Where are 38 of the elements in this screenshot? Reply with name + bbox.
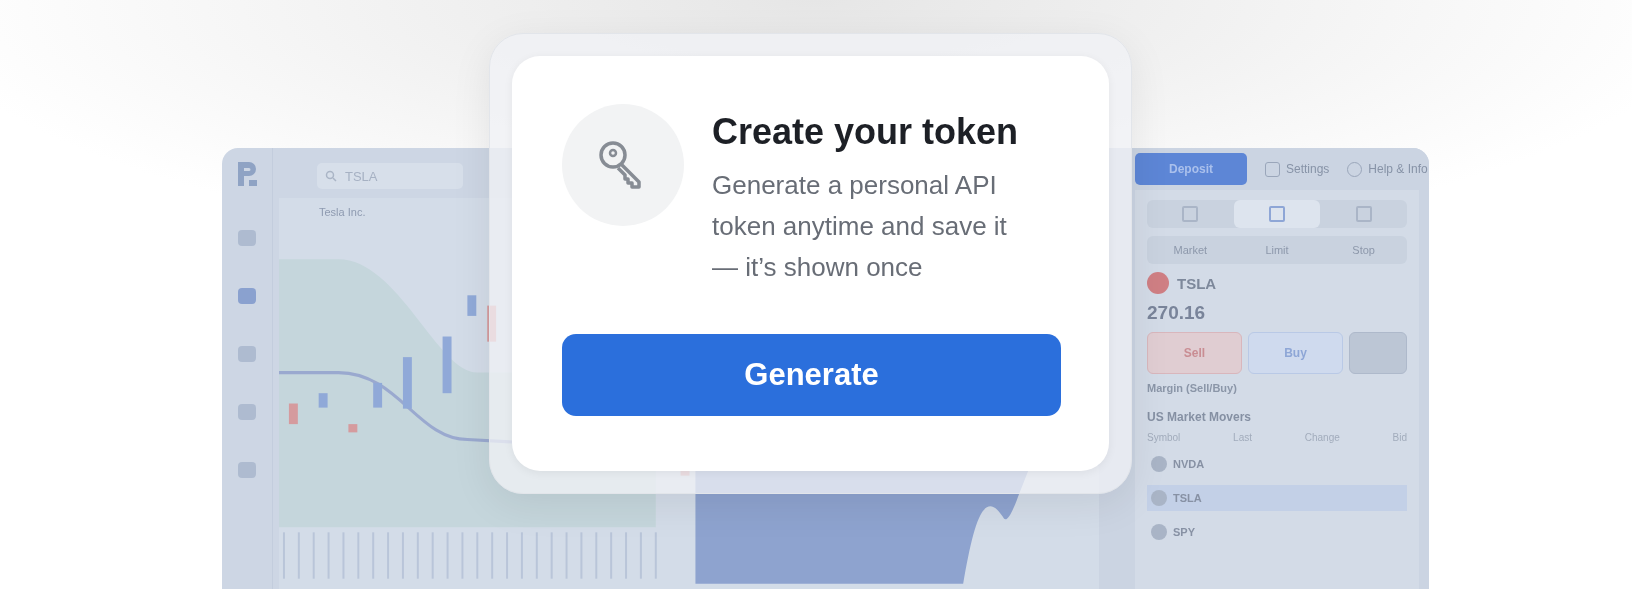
- logo-icon: [235, 160, 259, 188]
- tab-icon[interactable]: [1355, 206, 1372, 222]
- sell-button[interactable]: Sell: [1147, 332, 1242, 374]
- chart-icon[interactable]: [238, 288, 256, 304]
- card-description: Generate a personal API token anytime and save it — it’s shown once: [712, 169, 1008, 285]
- candlestick: [467, 295, 477, 316]
- candlestick: [373, 382, 383, 408]
- candlestick: [442, 336, 452, 394]
- symbol-name: TSLA: [1177, 274, 1217, 292]
- section-title: US Market Movers: [1147, 410, 1253, 424]
- candlestick: [288, 403, 298, 425]
- buy-button[interactable]: Buy: [1248, 332, 1343, 374]
- instrument-name: Tesla Inc.: [319, 206, 367, 218]
- order-type-tab[interactable]: Limit: [1233, 236, 1321, 264]
- calendar-icon[interactable]: [238, 404, 256, 420]
- margin-label: Margin (Sell/Buy): [1147, 382, 1238, 394]
- table-row[interactable]: NVDA: [1147, 451, 1407, 477]
- price-value: 270.16: [1147, 302, 1207, 324]
- help-button[interactable]: Help & Info: [1347, 161, 1428, 177]
- candlestick: [348, 424, 358, 433]
- order-type-tab[interactable]: Stop: [1320, 236, 1407, 264]
- watchlist-icon[interactable]: [238, 230, 256, 246]
- settings-button[interactable]: Settings: [1265, 161, 1330, 177]
- search-icon: [325, 170, 337, 182]
- table-row[interactable]: TSLA: [1147, 485, 1407, 511]
- deposit-button[interactable]: Deposit: [1135, 153, 1247, 185]
- tab-icon[interactable]: [1269, 206, 1285, 222]
- portfolio-icon[interactable]: [238, 346, 256, 362]
- table-row[interactable]: SPY: [1147, 519, 1407, 545]
- order-type-tab[interactable]: Market: [1147, 236, 1234, 264]
- tab-icon[interactable]: [1182, 206, 1199, 222]
- company-logo-icon: [1147, 272, 1169, 294]
- quantity-stepper[interactable]: [1349, 332, 1407, 374]
- card-title: Create your token: [712, 110, 1020, 154]
- clock-icon[interactable]: [238, 462, 256, 478]
- candlestick: [318, 393, 328, 408]
- candlestick: [402, 357, 412, 409]
- generate-button[interactable]: Generate: [562, 334, 1061, 417]
